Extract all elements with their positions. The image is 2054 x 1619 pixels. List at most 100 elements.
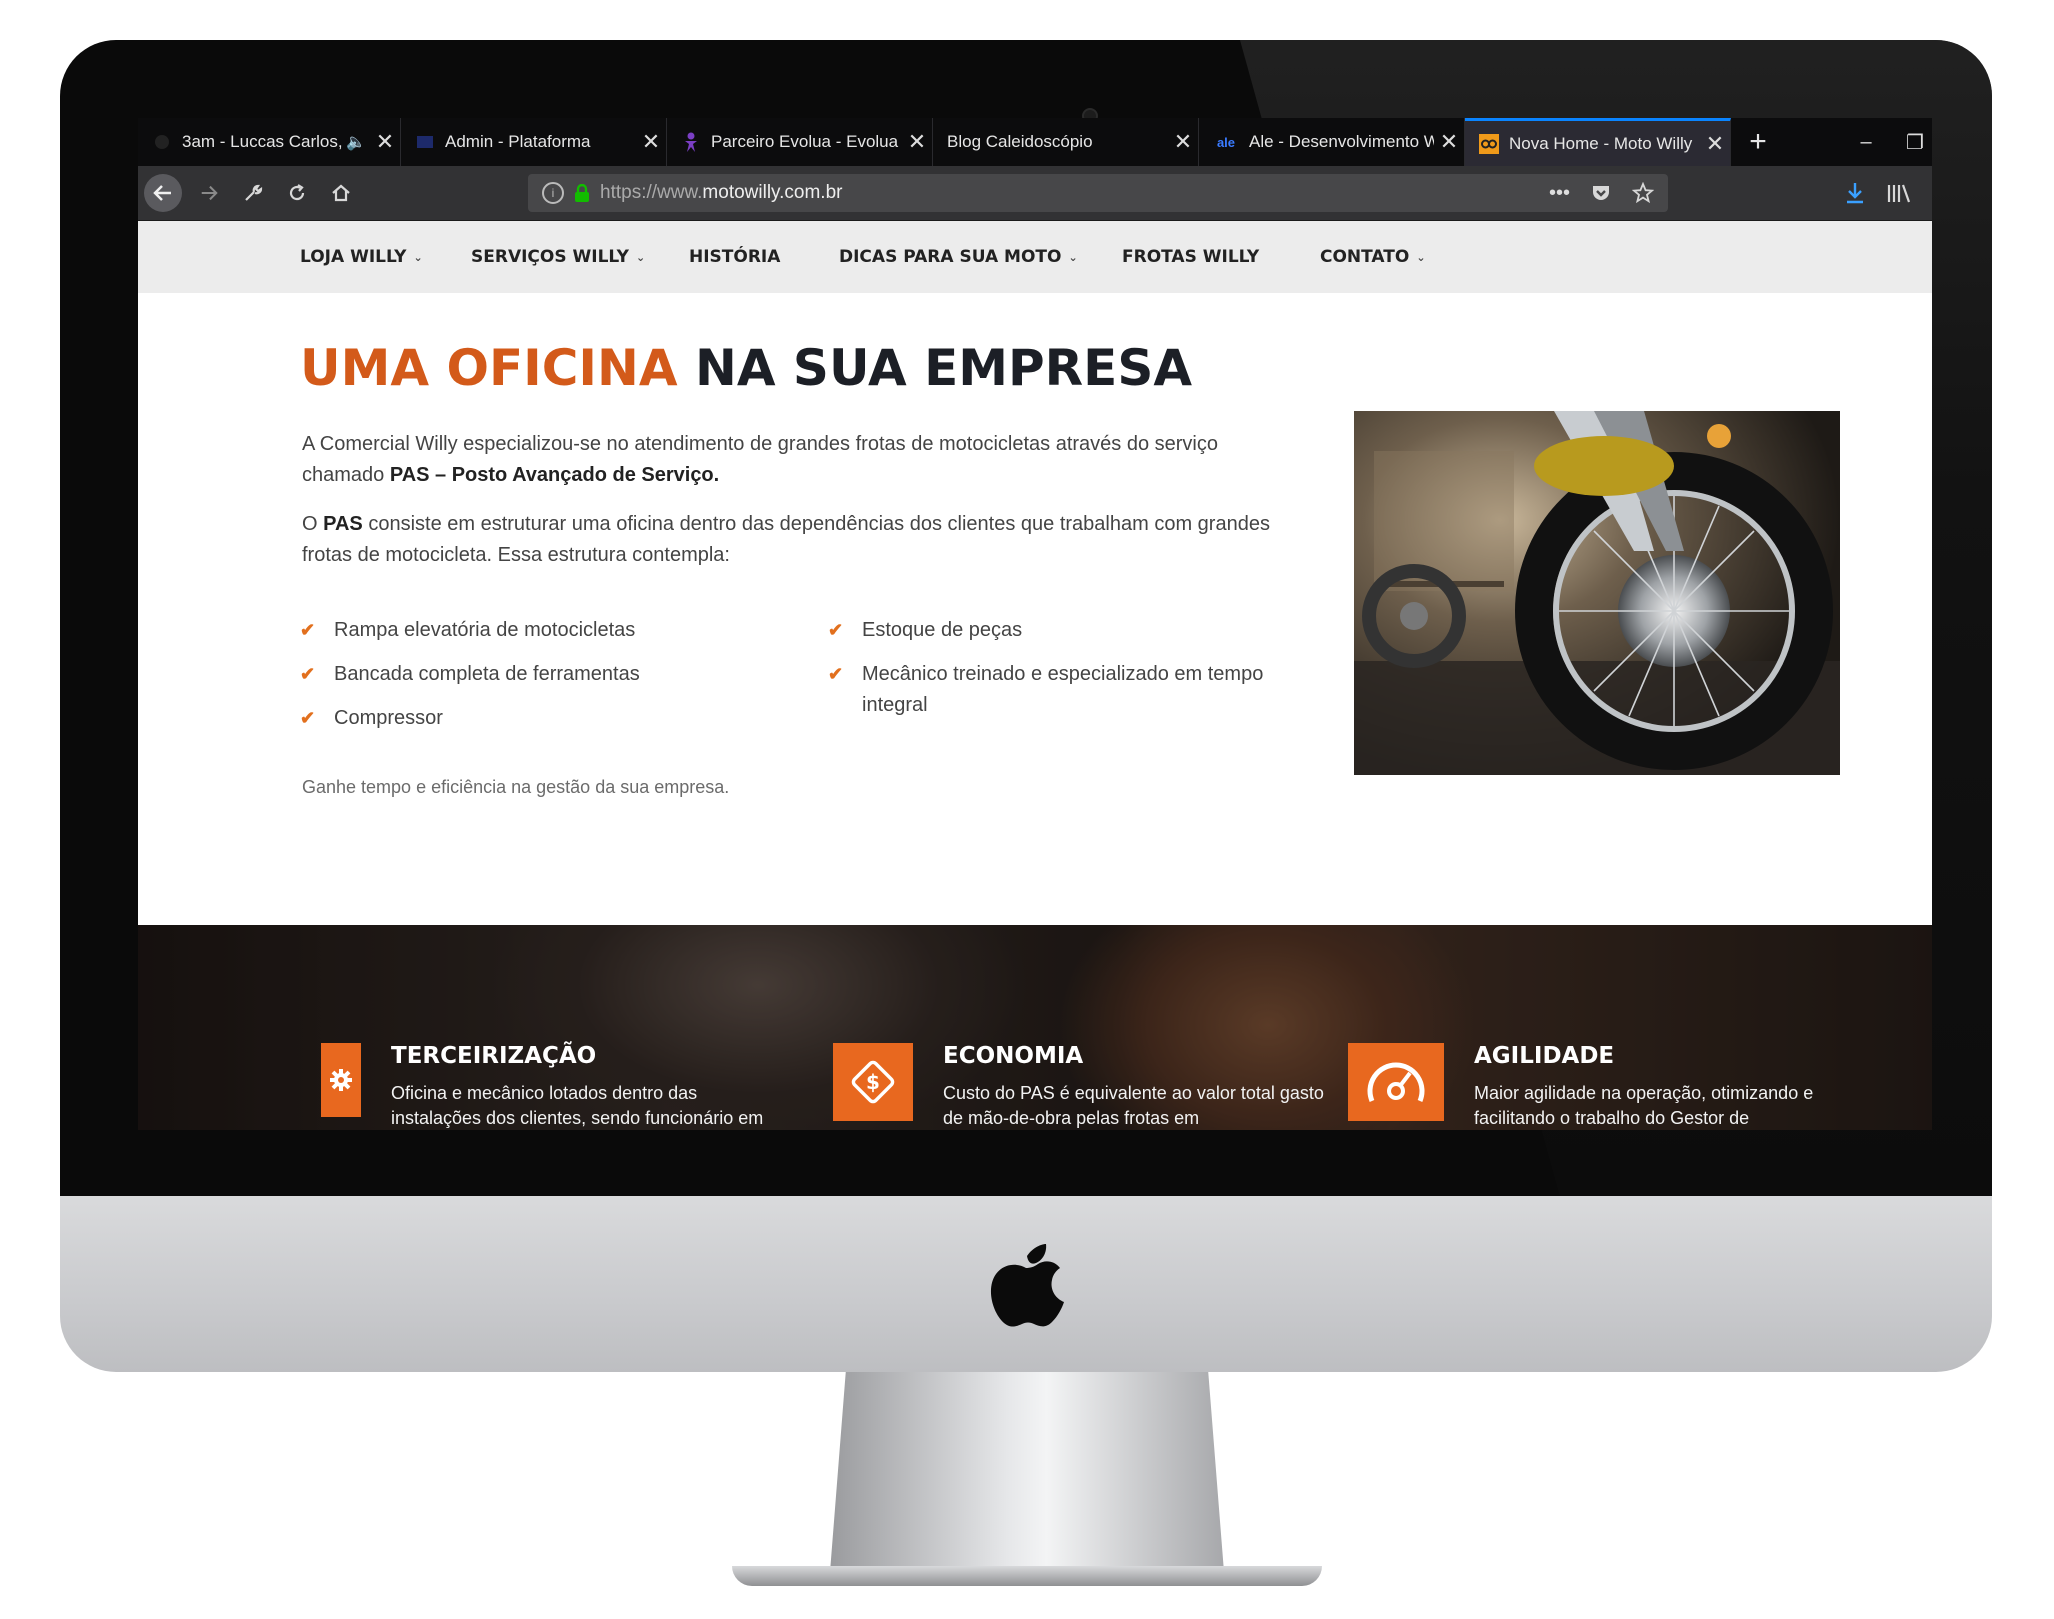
url-text[interactable]: https://www.motowilly.com.br (600, 182, 1549, 204)
list-item: ✔ Estoque de peças (828, 615, 1282, 646)
nav-servicos-willy[interactable]: SERVIÇOS WILLY ⌄ (471, 247, 645, 267)
check-icon: ✔ (300, 620, 316, 640)
library-button[interactable] (1886, 174, 1912, 212)
service-economia: $ ECONOMIA Custo do PAS é equivalente ao… (833, 1043, 1333, 1130)
library-icon (1887, 184, 1911, 203)
feature-text: Rampa elevatória de motocicletas (334, 619, 636, 641)
url-prefix: https://www. (600, 182, 703, 203)
tab-title: Nova Home - Moto Willy (1509, 133, 1693, 153)
wrench-button[interactable] (234, 174, 272, 212)
arrow-right-icon (201, 185, 218, 201)
download-icon (1847, 183, 1863, 204)
close-icon[interactable]: ✕ (1700, 131, 1730, 157)
restore-button[interactable]: ❐ (1898, 118, 1932, 166)
service-title: ECONOMIA (943, 1043, 1084, 1069)
list-item: ✔ Bancada completa de ferramentas (300, 659, 754, 690)
service-desc: Custo do PAS é equivalente ao valor tota… (943, 1083, 1324, 1128)
gear-icon (330, 1069, 352, 1091)
person-icon (681, 132, 701, 152)
intro-paragraph: A Comercial Willy especializou-se no ate… (302, 429, 1302, 491)
info-icon[interactable]: i (542, 182, 564, 204)
service-icon-box (1348, 1043, 1444, 1121)
page-title: UMA OFICINA NA SUA EMPRESA (300, 339, 1192, 397)
address-bar[interactable]: i https://www.motowilly.com.br ••• (528, 174, 1668, 212)
feature-text: Mecânico treinado e especializado em tem… (862, 663, 1264, 716)
tab-audio[interactable]: 3am - Luccas Carlos, Vitão 🔈 ✕ (138, 118, 401, 166)
tab-title: Blog Caleidoscópio (947, 132, 1093, 151)
close-icon[interactable]: ✕ (370, 129, 400, 155)
site-nav: LOJA WILLY ⌄ SERVIÇOS WILLY ⌄ HISTÓRIA DIC… (138, 221, 1932, 293)
close-icon[interactable]: ✕ (1168, 129, 1198, 155)
tab-blog[interactable]: Blog Caleidoscópio ✕ (933, 118, 1199, 166)
wrench-icon (245, 184, 263, 201)
reload-icon (289, 184, 305, 201)
speaker-icon[interactable]: 🔈 (346, 132, 366, 152)
check-icon: ✔ (300, 708, 316, 728)
pocket-icon[interactable] (1590, 182, 1612, 204)
tab-admin[interactable]: Admin - Plataforma ✕ (401, 118, 667, 166)
feature-text: Estoque de peças (862, 619, 1023, 641)
money-icon: $ (851, 1060, 895, 1104)
close-icon[interactable]: ✕ (902, 129, 932, 155)
p2-text: consiste em estruturar uma oficina dentr… (302, 513, 1270, 566)
home-button[interactable] (322, 174, 360, 212)
nav-label: CONTATO (1320, 247, 1410, 267)
minimize-button[interactable]: – (1844, 118, 1888, 166)
arrow-left-icon (153, 185, 171, 201)
motowilly-favicon-icon (1479, 133, 1499, 154)
home-icon (332, 184, 350, 202)
speedometer-icon (1367, 1062, 1425, 1102)
nav-frotas-willy[interactable]: FROTAS WILLY (1122, 247, 1259, 267)
nav-contato[interactable]: CONTATO ⌄ (1320, 247, 1426, 267)
screen: 3am - Luccas Carlos, Vitão 🔈 ✕ Admin - P… (138, 118, 1932, 1130)
tab-evolua[interactable]: Parceiro Evolua - Evolua ✕ (667, 118, 933, 166)
url-domain: motowilly.com.br (702, 182, 843, 203)
stand-base (732, 1566, 1322, 1586)
check-icon: ✔ (300, 664, 316, 684)
nav-dicas[interactable]: DICAS PARA SUA MOTO ⌄ (839, 247, 1078, 267)
audio-tab-favicon-icon (152, 132, 172, 152)
feature-text: Bancada completa de ferramentas (334, 663, 640, 685)
close-icon[interactable]: ✕ (636, 129, 666, 155)
check-icon: ✔ (828, 620, 844, 640)
p1-bold: PAS – Posto Avançado de Serviço. (389, 464, 720, 486)
service-desc: Maior agilidade na operação, otimizando … (1474, 1083, 1814, 1128)
lock-icon (575, 184, 589, 202)
chevron-down-icon: ⌄ (413, 250, 423, 264)
service-body: AGILIDADE Maior agilidade na operação, o… (1474, 1043, 1864, 1130)
tab-title: 3am - Luccas Carlos, Vitão (182, 132, 343, 151)
page-actions-icon[interactable]: ••• (1549, 182, 1570, 205)
close-icon[interactable]: ✕ (1434, 129, 1464, 155)
web-page: LOJA WILLY ⌄ SERVIÇOS WILLY ⌄ HISTÓRIA DIC… (138, 221, 1932, 1130)
new-tab-button[interactable]: + (1736, 118, 1780, 166)
nav-loja-willy[interactable]: LOJA WILLY ⌄ (300, 247, 423, 267)
p2-bold: PAS (323, 513, 363, 535)
nav-label: LOJA WILLY (300, 247, 407, 267)
chevron-down-icon: ⌄ (635, 250, 646, 264)
nav-label: HISTÓRIA (689, 247, 781, 267)
feature-text: Compressor (334, 707, 443, 729)
service-icon-box (321, 1043, 361, 1117)
stand-neck (830, 1372, 1224, 1572)
list-item: ✔ Compressor (300, 703, 754, 734)
tab-ale[interactable]: ale Ale - Desenvolvimento Web ✕ (1199, 118, 1465, 166)
tab-title: Parceiro Evolua - Evolua (711, 132, 899, 151)
reload-button[interactable] (278, 174, 316, 212)
services-band: TERCEIRIZAÇÃO Oficina e mecânico lotados… (138, 925, 1932, 1130)
nav-historia[interactable]: HISTÓRIA (689, 247, 780, 267)
tab-motowilly-active[interactable]: Nova Home - Moto Willy ✕ (1465, 118, 1731, 166)
service-desc: Oficina e mecânico lotados dentro das in… (391, 1083, 764, 1128)
service-body: ECONOMIA Custo do PAS é equivalente ao v… (943, 1043, 1333, 1130)
list-item: ✔ Mecânico treinado e especializado em te… (828, 659, 1282, 721)
downloads-button[interactable] (1844, 174, 1866, 212)
check-icon: ✔ (828, 664, 844, 684)
tab-bar: 3am - Luccas Carlos, Vitão 🔈 ✕ Admin - P… (138, 118, 1932, 166)
chevron-down-icon: ⌄ (1416, 250, 1426, 264)
service-terceirizacao: TERCEIRIZAÇÃO Oficina e mecânico lotados… (321, 1043, 781, 1130)
tagline: Ganhe tempo e eficiência na gestão da su… (302, 777, 730, 797)
forward-button[interactable] (190, 174, 228, 212)
browser-toolbar: i https://www.motowilly.com.br ••• (138, 166, 1932, 221)
back-button[interactable] (144, 174, 182, 212)
title-accent: UMA OFICINA (300, 339, 678, 397)
bookmark-star-icon[interactable] (1632, 181, 1654, 204)
